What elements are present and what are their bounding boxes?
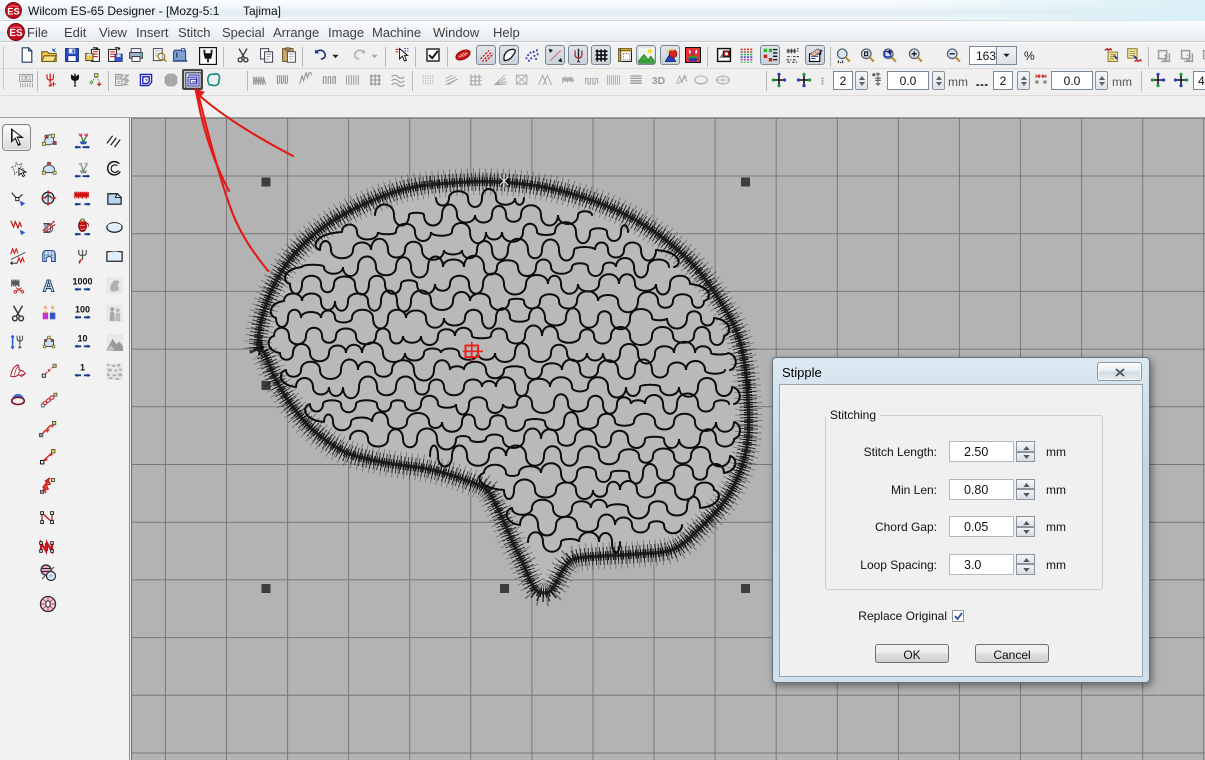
svg-text:1: 1 bbox=[1163, 54, 1168, 63]
svg-text:1: 1 bbox=[80, 363, 85, 373]
svg-text:100: 100 bbox=[75, 305, 90, 315]
svg-text:3D: 3D bbox=[652, 76, 666, 87]
svg-text:ES: ES bbox=[7, 6, 19, 16]
svg-text:A: A bbox=[43, 277, 55, 294]
svg-text:D: D bbox=[44, 220, 54, 235]
svg-text:1000: 1000 bbox=[73, 277, 92, 287]
svg-text:ES: ES bbox=[9, 28, 23, 39]
svg-text:2: 2 bbox=[1186, 54, 1191, 63]
svg-text:10: 10 bbox=[77, 334, 87, 344]
